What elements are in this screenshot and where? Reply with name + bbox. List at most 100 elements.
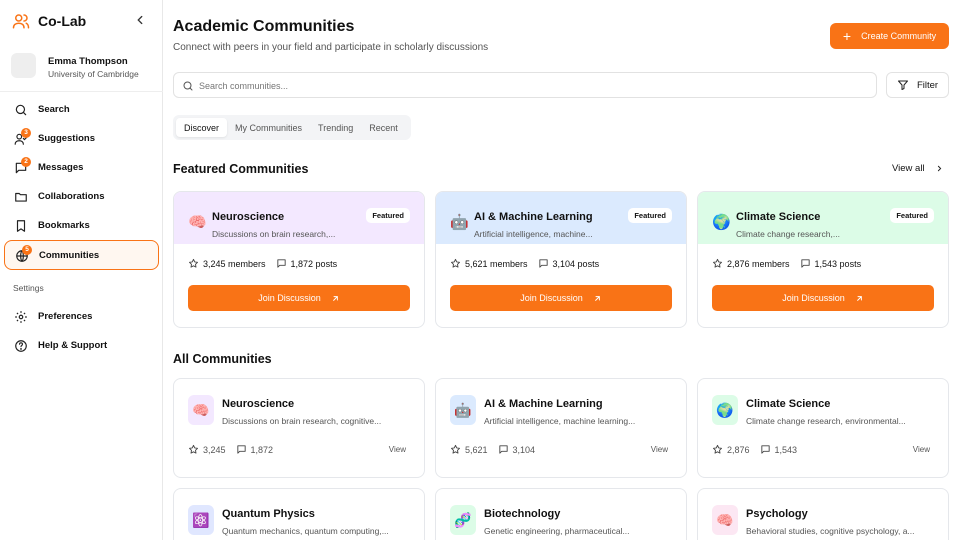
featured-card-header: 🧠 Neuroscience Discussions on brain rese…	[174, 192, 424, 244]
brain-icon: 🧠	[712, 505, 738, 535]
filter-label: Filter	[916, 79, 939, 91]
sidebar-item-collaborations[interactable]: Collaborations	[4, 182, 159, 212]
community-desc: Discussions on brain research, cognitive…	[222, 416, 382, 426]
view-all-label: View all	[892, 163, 925, 174]
tab-recent[interactable]: Recent	[361, 118, 406, 137]
sidebar-item-label: Bookmarks	[38, 220, 90, 231]
community-stats: 3,245 1,872	[188, 444, 273, 455]
community-card[interactable]: ⚛️ Quantum Physics Quantum mechanics, qu…	[173, 488, 425, 540]
community-card[interactable]: 🌍 Climate Science Climate change researc…	[697, 378, 949, 478]
view-link[interactable]: View	[389, 445, 406, 454]
posts-stat: 1,872	[236, 444, 273, 455]
community-name: Psychology	[746, 508, 808, 520]
sidebar-item-label: Search	[38, 104, 70, 115]
featured-badge: Featured	[366, 208, 410, 223]
sidebar: Co-Lab Emma Thompson University of Cambr…	[0, 0, 163, 540]
atom-icon: ⚛️	[188, 505, 214, 535]
chevron-left-icon[interactable]	[133, 13, 147, 27]
sidebar-item-label: Messages	[38, 162, 84, 173]
filter-button[interactable]: Filter	[886, 72, 949, 98]
community-stats: 2,876 members 1,543 posts	[712, 258, 861, 269]
user-name: Emma Thompson	[48, 56, 128, 67]
community-stats: 5,621 members 3,104 posts	[450, 258, 599, 269]
sidebar-item-communities[interactable]: 5 Communities	[4, 240, 159, 270]
search-icon	[15, 104, 27, 116]
view-all-link[interactable]: View all	[892, 163, 944, 174]
tab-trending[interactable]: Trending	[310, 118, 361, 137]
featured-section-title: Featured Communities	[173, 162, 309, 176]
community-card[interactable]: 🧠 Neuroscience Discussions on brain rese…	[173, 378, 425, 478]
help-icon	[15, 340, 27, 352]
community-card[interactable]: 🧬 Biotechnology Genetic engineering, pha…	[435, 488, 687, 540]
featured-card[interactable]: 🧠 Neuroscience Discussions on brain rese…	[173, 191, 425, 328]
message-icon	[276, 259, 286, 268]
create-community-button[interactable]: + Create Community	[830, 23, 949, 49]
sidebar-item-messages[interactable]: 2 Messages	[4, 153, 159, 183]
brand[interactable]: Co-Lab	[12, 12, 86, 30]
star-icon	[451, 444, 460, 454]
community-desc: Genetic engineering, pharmaceutical...	[484, 526, 630, 536]
community-desc: Quantum mechanics, quantum computing,...	[222, 526, 389, 536]
main-content: Academic Communities Connect with peers …	[163, 0, 960, 540]
sidebar-item-label: Communities	[39, 250, 100, 261]
star-icon	[189, 444, 198, 454]
members-stat: 3,245	[188, 444, 226, 455]
chevron-right-icon	[937, 165, 941, 172]
user-profile[interactable]: Emma Thompson University of Cambridge	[0, 42, 163, 92]
members-stat: 5,621 members	[450, 258, 528, 269]
featured-card[interactable]: 🤖 AI & Machine Learning Artificial intel…	[435, 191, 687, 328]
community-card[interactable]: 🤖 AI & Machine Learning Artificial intel…	[435, 378, 687, 478]
view-link[interactable]: View	[651, 445, 668, 454]
sidebar-item-search[interactable]: Search	[4, 95, 159, 125]
message-icon	[760, 445, 770, 454]
community-desc: Climate change research, environmental..…	[746, 416, 906, 426]
posts-stat: 1,543 posts	[800, 258, 861, 269]
sidebar-item-bookmarks[interactable]: Bookmarks	[4, 211, 159, 241]
members-stat: 2,876	[712, 444, 750, 455]
star-icon	[713, 444, 722, 454]
community-stats: 2,876 1,543	[712, 444, 797, 455]
communities-badge: 5	[22, 245, 32, 255]
community-desc: Climate change research,...	[736, 229, 840, 239]
join-discussion-button[interactable]: Join Discussion	[450, 285, 672, 311]
sidebar-item-label: Collaborations	[38, 191, 105, 202]
community-desc: Artificial intelligence, machine learnin…	[484, 416, 636, 426]
community-name: Neuroscience	[222, 398, 295, 410]
join-discussion-button[interactable]: Join Discussion	[712, 285, 934, 311]
sidebar-item-preferences[interactable]: Preferences	[4, 302, 159, 332]
brain-icon: 🧠	[188, 395, 214, 425]
message-icon	[498, 445, 508, 454]
create-community-label: Create Community	[861, 31, 937, 41]
dna-icon: 🧬	[450, 505, 476, 535]
star-icon	[189, 258, 198, 268]
community-desc: Discussions on brain research,...	[212, 229, 336, 239]
community-card[interactable]: 🧠 Psychology Behavioral studies, cogniti…	[697, 488, 949, 540]
sidebar-item-suggestions[interactable]: 3 Suggestions	[4, 124, 159, 154]
view-link[interactable]: View	[913, 445, 930, 454]
community-name: Climate Science	[746, 398, 831, 410]
messages-badge: 2	[21, 157, 31, 167]
arrow-up-right-icon	[332, 295, 338, 301]
user-org: University of Cambridge	[48, 69, 139, 79]
community-name: AI & Machine Learning	[484, 398, 603, 410]
search-bar	[173, 72, 877, 98]
posts-stat: 3,104	[498, 444, 535, 455]
community-name: AI & Machine Learning	[474, 211, 593, 223]
tab-my-communities[interactable]: My Communities	[227, 118, 310, 137]
join-discussion-button[interactable]: Join Discussion	[188, 285, 410, 311]
message-icon	[800, 259, 810, 268]
community-desc: Artificial intelligence, machine...	[474, 229, 593, 239]
tab-discover[interactable]: Discover	[176, 118, 228, 137]
globe-icon: 🌍	[712, 214, 731, 231]
sidebar-item-label: Suggestions	[38, 133, 96, 144]
posts-stat: 1,543	[760, 444, 797, 455]
search-input[interactable]	[199, 77, 869, 94]
featured-card-header: 🤖 AI & Machine Learning Artificial intel…	[436, 192, 686, 244]
featured-card[interactable]: 🌍 Climate Science Climate change researc…	[697, 191, 949, 328]
app-name: Co-Lab	[38, 13, 87, 29]
all-communities-title: All Communities	[173, 352, 272, 366]
page-subtitle: Connect with peers in your field and par…	[173, 42, 489, 53]
tab-bar: Discover My Communities Trending Recent	[173, 115, 411, 140]
folder-icon	[15, 192, 27, 202]
sidebar-item-help[interactable]: Help & Support	[4, 331, 159, 361]
